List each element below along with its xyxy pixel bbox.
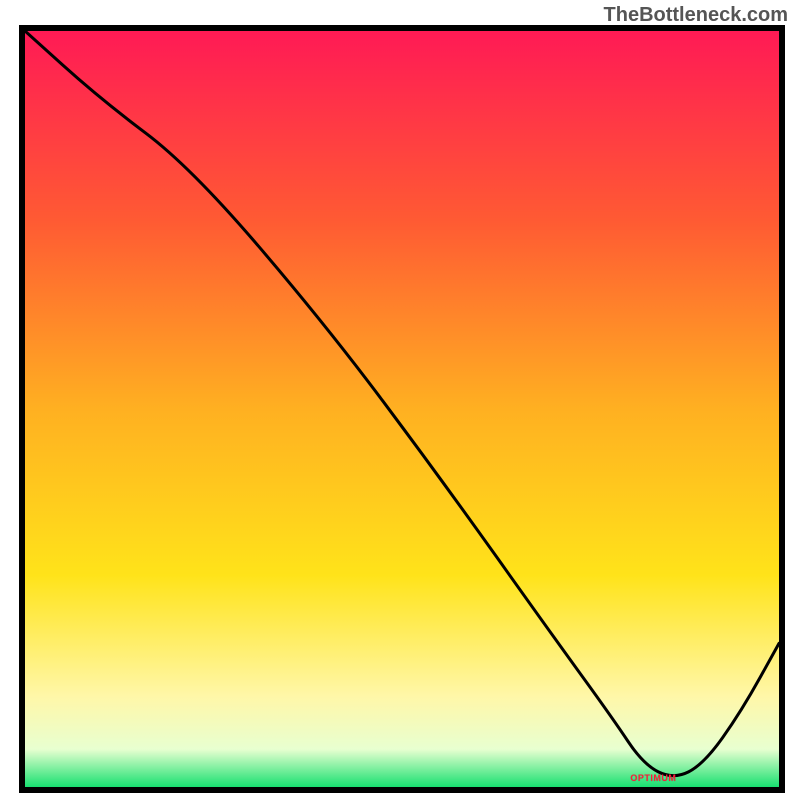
chart-container: TheBottleneck.com OPTIMUM [0,0,800,800]
optimum-label: OPTIMUM [630,773,676,783]
curve-path [25,31,779,776]
curve-svg [25,31,779,787]
watermark-text: TheBottleneck.com [604,4,788,27]
